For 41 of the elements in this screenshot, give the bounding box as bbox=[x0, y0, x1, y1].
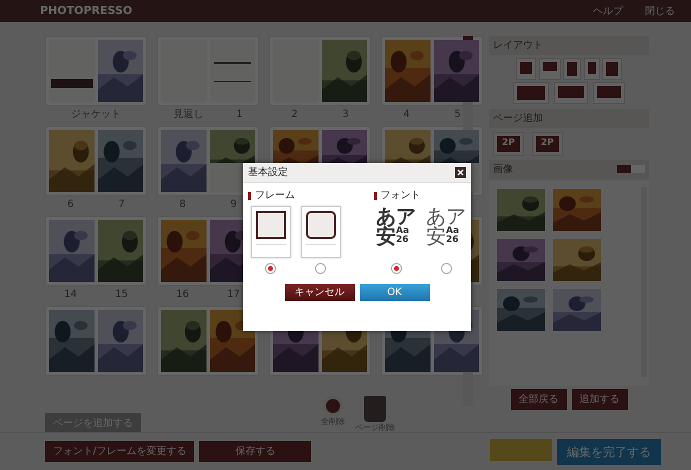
page-label: ジャケット bbox=[71, 108, 121, 122]
ok-button[interactable]: OK bbox=[360, 284, 430, 300]
page-label: 2 bbox=[291, 108, 298, 122]
page-label: 1 bbox=[236, 108, 243, 122]
page-label: 見返し bbox=[173, 108, 204, 122]
footer-button[interactable]: 保存する bbox=[199, 441, 312, 462]
finish-button[interactable]: 編集を完了する bbox=[557, 438, 661, 464]
section-title: フレーム bbox=[255, 189, 295, 203]
font-sample: Aa bbox=[446, 226, 460, 236]
font-sample: 安 bbox=[426, 226, 446, 246]
add-pages-button[interactable]: 2P bbox=[532, 133, 562, 154]
dialog-title: 基本設定 bbox=[248, 166, 288, 180]
font-sample: あア bbox=[426, 206, 466, 226]
font-sample: 26 bbox=[396, 236, 410, 244]
app-logo: PHOTOPRESSO bbox=[40, 2, 132, 19]
cancel-button[interactable]: キャンセル bbox=[284, 284, 354, 300]
page-label: 5 bbox=[454, 108, 461, 122]
image-button[interactable]: 追加する bbox=[572, 388, 628, 410]
page-label: 7 bbox=[118, 198, 125, 212]
page-label: 9 bbox=[230, 198, 237, 212]
add-pages-button[interactable]: 2P bbox=[494, 133, 523, 154]
section-header: 画像 bbox=[493, 162, 513, 176]
page-label: 16 bbox=[176, 288, 189, 302]
header-link[interactable]: ヘルプ bbox=[587, 2, 629, 20]
section-title: フォント bbox=[380, 189, 420, 203]
page-label: 6 bbox=[67, 198, 74, 212]
font-sample: 26 bbox=[446, 236, 460, 244]
font-sample: 安 bbox=[376, 226, 396, 246]
section-header: レイアウト bbox=[489, 36, 649, 55]
page-label: 4 bbox=[403, 108, 410, 122]
page-label: 8 bbox=[179, 198, 186, 212]
footer-button[interactable]: フォント/フレームを変更する bbox=[45, 441, 194, 462]
header-link[interactable]: 閉じる bbox=[639, 2, 681, 20]
image-button[interactable]: 全部戻る bbox=[510, 388, 566, 410]
page-label: 3 bbox=[342, 108, 349, 122]
section-header: ページ追加 bbox=[489, 109, 649, 128]
page-label: 17 bbox=[227, 288, 240, 302]
font-sample: あア bbox=[376, 206, 416, 226]
page-label: 14 bbox=[64, 288, 77, 302]
page-label: 15 bbox=[115, 288, 128, 302]
font-sample: Aa bbox=[396, 226, 410, 236]
